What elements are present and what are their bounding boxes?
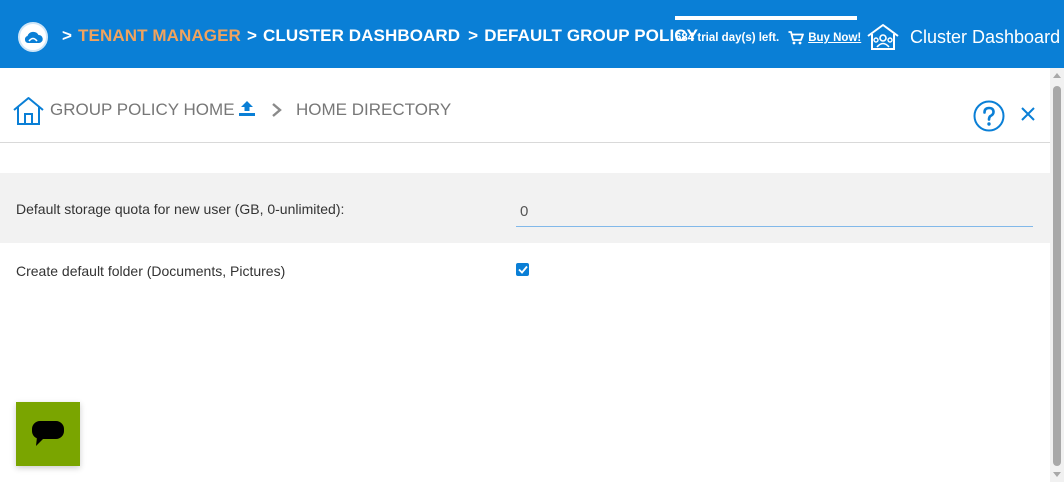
cluster-home-icon [866,23,900,51]
cluster-dashboard-label: Cluster Dashboard [910,26,1061,47]
app-logo[interactable] [18,22,48,52]
breadcrumb: > TENANT MANAGER > CLUSTER DASHBOARD > D… [62,26,706,46]
breadcrumb-default-group-policy: DEFAULT GROUP POLICY [484,26,699,45]
panel-header: GROUP POLICY HOME HOME DIRECTORY [0,68,1050,143]
breadcrumb-cluster-dashboard[interactable]: CLUSTER DASHBOARD [263,26,460,46]
scroll-up-arrow-icon[interactable] [1053,72,1061,78]
storage-quota-input[interactable] [516,197,1033,227]
close-icon[interactable] [1020,106,1036,127]
default-folder-label: Create default folder (Documents, Pictur… [16,263,286,279]
top-bar: > TENANT MANAGER > CLUSTER DASHBOARD > D… [0,0,1064,68]
checkmark-icon [517,265,528,274]
cloud-logo-icon [24,31,43,43]
help-icon[interactable] [973,100,1005,137]
chat-button[interactable] [16,402,80,466]
default-folder-checkbox[interactable] [516,263,529,276]
chat-bubble-icon [32,421,64,446]
chevron-right-icon [271,103,283,122]
trial-info: 684 trial day(s) left. Buy Now! [675,31,861,45]
vertical-scrollbar[interactable] [1050,68,1064,482]
group-policy-home-link[interactable]: GROUP POLICY HOME [50,100,235,120]
trial-progress-bar [675,16,857,20]
buy-now-link[interactable]: Buy Now! [808,32,861,44]
breadcrumb-separator: > [62,26,73,45]
cart-icon [788,31,805,45]
home-icon[interactable] [12,96,45,131]
scroll-down-arrow-icon[interactable] [1053,472,1061,478]
scrollbar-thumb[interactable] [1053,86,1061,466]
breadcrumb-tenant-manager[interactable]: TENANT MANAGER [78,26,241,46]
storage-quota-row: Default storage quota for new user (GB, … [0,173,1050,243]
breadcrumb-separator: > [468,26,479,45]
trial-days-text: 684 trial day(s) left. [675,32,780,44]
default-folder-row: Create default folder (Documents, Pictur… [0,243,1050,303]
cluster-dashboard-link[interactable]: Cluster Dashboard [866,22,1060,52]
storage-quota-label: Default storage quota for new user (GB, … [16,201,345,217]
upload-icon[interactable] [238,100,256,122]
breadcrumb-separator: > [246,26,257,45]
section-title: HOME DIRECTORY [296,100,452,119]
